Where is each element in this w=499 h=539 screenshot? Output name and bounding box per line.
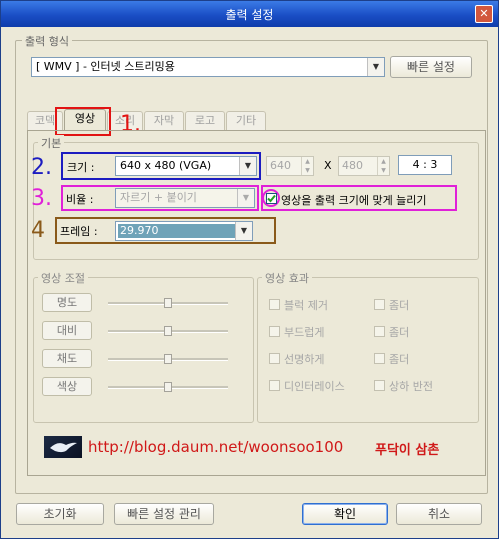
chevron-down-icon[interactable]: ▼	[239, 157, 256, 175]
width-input[interactable]: 640 ▲ ▼	[266, 156, 314, 176]
cancel-button[interactable]: 취소	[396, 503, 482, 525]
reset-button[interactable]: 초기화	[16, 503, 104, 525]
deinterlace-label: 디인터레이스	[284, 380, 345, 393]
video-tab-panel: 기본 2. 크기 : 640 x 480 (VGA) ▼ 640 ▲ ▼ X 48…	[27, 130, 486, 476]
height-input[interactable]: 480 ▲ ▼	[338, 156, 390, 176]
title-bar[interactable]: 출력 설정 ✕	[1, 1, 498, 27]
sharpen-checkbox[interactable]	[269, 353, 280, 364]
video-adjust-legend: 영상 조절	[38, 270, 88, 286]
frame-select[interactable]: 29.970 ▼	[115, 221, 253, 241]
width-value: 640	[270, 159, 291, 172]
blog-banner: http://blog.daum.net/woonsoo100 푸닥이 삼촌	[44, 436, 454, 460]
deblock-checkbox[interactable]	[269, 299, 280, 310]
sharpen-more-checkbox[interactable]	[374, 353, 385, 364]
output-format-value: [ WMV ] - 인터넷 스트리밍용	[36, 60, 175, 73]
size-select[interactable]: 640 x 480 (VGA) ▼	[115, 156, 257, 176]
checkmark-icon	[267, 194, 276, 203]
deblock-more-label: 좀더	[389, 299, 410, 312]
ratio-label: 비율 :	[66, 193, 94, 206]
deinterlace-checkbox[interactable]	[269, 380, 280, 391]
annotation-number-4: 4	[31, 218, 45, 243]
chevron-down-icon[interactable]: ▼	[235, 222, 252, 240]
smooth-checkbox[interactable]	[269, 326, 280, 337]
tab-logo[interactable]: 로고	[185, 111, 225, 130]
output-format-legend: 출력 형식	[22, 33, 72, 49]
ratio-value: 자르기 + 붙이기	[120, 191, 197, 204]
output-format-group: 출력 형식 [ WMV ] - 인터넷 스트리밍용 ▼ 빠른 설정 코덱 영상 …	[15, 33, 488, 494]
dialog-body: 출력 형식 [ WMV ] - 인터넷 스트리밍용 ▼ 빠른 설정 코덱 영상 …	[5, 27, 494, 533]
deblock-more-checkbox[interactable]	[374, 299, 385, 310]
annotation-number-3: 3.	[31, 186, 52, 211]
bird-logo-icon	[44, 436, 82, 458]
smooth-more-label: 좀더	[389, 326, 410, 339]
deblock-label: 블럭 제거	[284, 299, 328, 312]
x-label: X	[324, 159, 332, 172]
size-value: 640 x 480 (VGA)	[120, 159, 212, 172]
smooth-more-checkbox[interactable]	[374, 326, 385, 337]
output-format-select[interactable]: [ WMV ] - 인터넷 스트리밍용 ▼	[31, 57, 385, 77]
tab-other[interactable]: 기타	[226, 111, 266, 130]
hue-button[interactable]: 색상	[42, 377, 92, 396]
saturation-slider[interactable]	[164, 354, 172, 364]
brightness-slider[interactable]	[164, 298, 172, 308]
contrast-button[interactable]: 대비	[42, 321, 92, 340]
stretch-label[interactable]: 영상을 출력 크기에 맞게 늘리기	[281, 192, 427, 208]
contrast-slider[interactable]	[164, 326, 172, 336]
brightness-button[interactable]: 명도	[42, 293, 92, 312]
chevron-down-icon[interactable]: ▼	[237, 189, 254, 207]
bird-icon	[50, 442, 77, 453]
quick-settings-button[interactable]: 빠른 설정	[390, 56, 472, 78]
height-value: 480	[342, 159, 363, 172]
output-settings-window: 출력 설정 ✕ 출력 형식 [ WMV ] - 인터넷 스트리밍용 ▼ 빠른 설…	[0, 0, 499, 539]
smooth-label: 부드럽게	[284, 326, 325, 339]
flip-vertical-label: 상하 반전	[389, 380, 433, 393]
blog-owner: 푸닥이 삼촌	[375, 443, 440, 458]
blog-url[interactable]: http://blog.daum.net/woonsoo100	[88, 438, 343, 456]
annotation-number-2: 2.	[31, 155, 52, 180]
stretch-checkbox[interactable]	[266, 193, 277, 204]
frame-label: 프레임 :	[60, 225, 98, 238]
sharpen-label: 선명하게	[284, 353, 325, 366]
frame-value: 29.970	[118, 224, 236, 238]
aspect-ratio-display: 4 : 3	[398, 155, 452, 175]
chevron-down-icon[interactable]: ▼	[367, 58, 384, 76]
size-label: 크기 :	[67, 161, 95, 174]
flip-vertical-checkbox[interactable]	[374, 380, 385, 391]
ok-button[interactable]: 확인	[302, 503, 388, 525]
tab-subtitle[interactable]: 자막	[144, 111, 184, 130]
close-icon[interactable]: ✕	[475, 5, 493, 23]
hue-slider[interactable]	[164, 382, 172, 392]
video-effects-legend: 영상 효과	[262, 270, 312, 286]
window-title: 출력 설정	[225, 8, 274, 22]
saturation-button[interactable]: 채도	[42, 349, 92, 368]
ratio-select[interactable]: 자르기 + 붙이기 ▼	[115, 188, 255, 208]
manage-quick-settings-button[interactable]: 빠른 설정 관리	[114, 503, 214, 525]
sharpen-more-label: 좀더	[389, 353, 410, 366]
spin-arrows-icon[interactable]: ▲ ▼	[377, 157, 389, 175]
basic-legend: 기본	[38, 135, 65, 151]
spin-arrows-icon[interactable]: ▲ ▼	[301, 157, 313, 175]
